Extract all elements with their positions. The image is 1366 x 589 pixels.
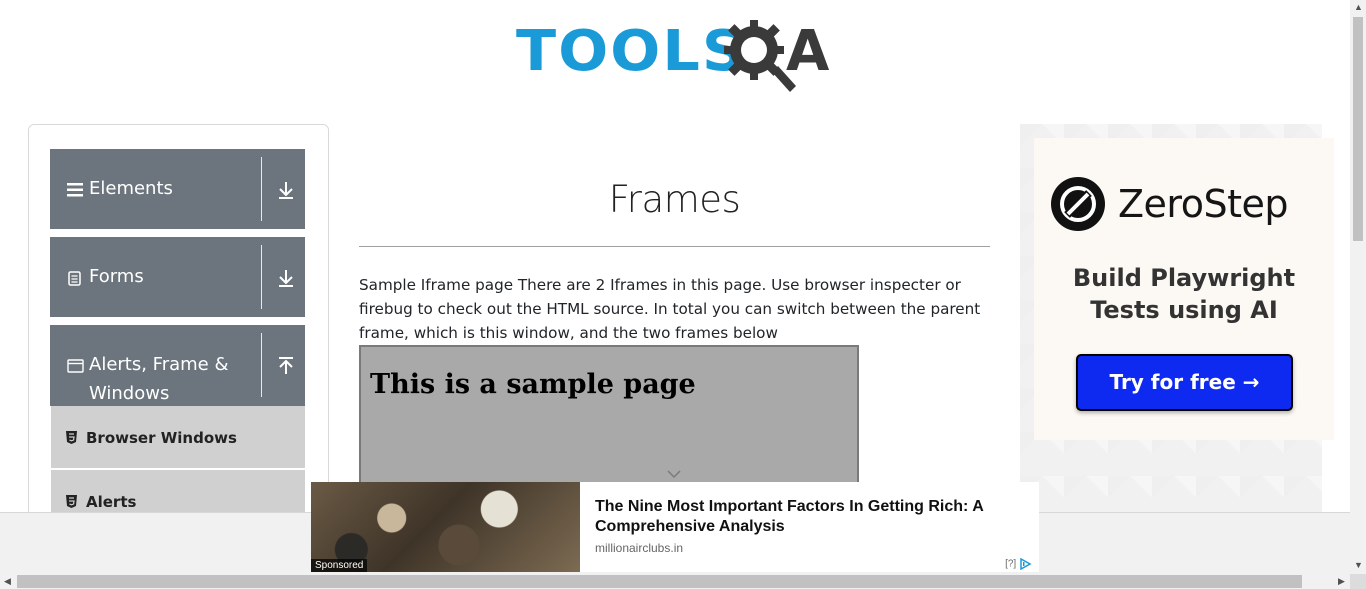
group-divider	[261, 157, 262, 221]
zerostep-logo-icon	[1051, 177, 1105, 231]
scroll-up-arrow-icon[interactable]: ▲	[1354, 2, 1363, 12]
sidebar-group-label: Alerts, Frame &	[89, 354, 229, 375]
toolsqa-logo[interactable]: TOOLS A	[514, 14, 844, 94]
sample-iframe[interactable]: This is a sample page	[359, 345, 859, 485]
scroll-left-arrow-icon[interactable]: ◀	[4, 576, 11, 587]
window-icon	[67, 359, 84, 373]
download-arrow-icon[interactable]	[277, 180, 295, 200]
adchoices-icon	[1020, 557, 1032, 571]
sidebar-item-browser-windows[interactable]: Browser Windows	[51, 406, 305, 468]
ad-brand-name: ZeroStep	[1118, 182, 1288, 226]
sidebar-item-label: Alerts	[86, 493, 137, 511]
group-divider	[261, 333, 262, 397]
horizontal-scroll-thumb[interactable]	[17, 575, 1302, 588]
page-title: Frames	[608, 178, 741, 221]
right-ad[interactable]: ZeroStep Build Playwright Tests using AI…	[1020, 124, 1334, 514]
ad-choices-label: [?]	[1005, 558, 1017, 570]
ad-domain[interactable]: millionairclubs.in	[595, 541, 683, 555]
scroll-right-arrow-icon[interactable]: ▶	[1338, 576, 1345, 587]
form-icon	[68, 271, 81, 286]
sidebar-group-elements[interactable]: Elements	[50, 149, 305, 229]
ad-tagline-line2: Tests using AI	[1090, 296, 1278, 324]
scrollbar-corner	[1350, 574, 1366, 589]
page-description: Sample Iframe page There are 2 Iframes i…	[359, 276, 981, 342]
group-divider	[261, 245, 262, 309]
ad-choices[interactable]: [?]	[1005, 557, 1033, 571]
hamburger-icon	[67, 183, 83, 197]
try-for-free-button[interactable]: Try for free →	[1076, 354, 1293, 411]
bottom-sponsored-ad[interactable]: Sponsored The Nine Most Important Factor…	[311, 482, 1039, 572]
ad-tagline-line1: Build Playwright	[1072, 264, 1296, 292]
sidebar-group-label-line2: Windows	[89, 383, 170, 404]
ad-headline[interactable]: The Nine Most Important Factors In Getti…	[595, 497, 1015, 537]
sponsored-label: Sponsored	[311, 559, 368, 572]
ad-image[interactable]: Sponsored	[311, 482, 580, 572]
sidebar-item-label: Browser Windows	[86, 429, 237, 447]
sidebar-group-forms[interactable]: Forms	[50, 237, 305, 317]
sidebar-group-alerts-frame-windows[interactable]: Alerts, Frame & Windows	[50, 325, 305, 406]
title-divider	[359, 246, 990, 247]
html5-icon	[66, 495, 77, 508]
logo-text-tools: TOOLS	[516, 19, 747, 84]
iframe-heading: This is a sample page	[370, 369, 696, 400]
ad-tagline: Build Playwright Tests using AI	[1034, 262, 1334, 326]
scroll-down-arrow-icon[interactable]: ▼	[1354, 560, 1363, 570]
chevron-down-icon	[667, 470, 681, 479]
zerostep-ad-card[interactable]: ZeroStep Build Playwright Tests using AI…	[1034, 138, 1334, 440]
vertical-scroll-thumb[interactable]	[1353, 17, 1363, 241]
logo-text-a: A	[786, 19, 830, 84]
horizontal-scrollbar[interactable]: ◀ ▶	[0, 574, 1350, 589]
left-panel: Elements Forms Alerts, Frame & Windows B…	[28, 124, 329, 532]
sidebar-group-label: Elements	[89, 178, 173, 199]
html5-icon	[66, 431, 77, 444]
download-arrow-icon[interactable]	[277, 268, 295, 288]
sidebar-group-label: Forms	[89, 266, 144, 287]
vertical-scrollbar[interactable]: ▲ ▼	[1350, 0, 1366, 574]
upload-arrow-icon[interactable]	[277, 356, 295, 376]
